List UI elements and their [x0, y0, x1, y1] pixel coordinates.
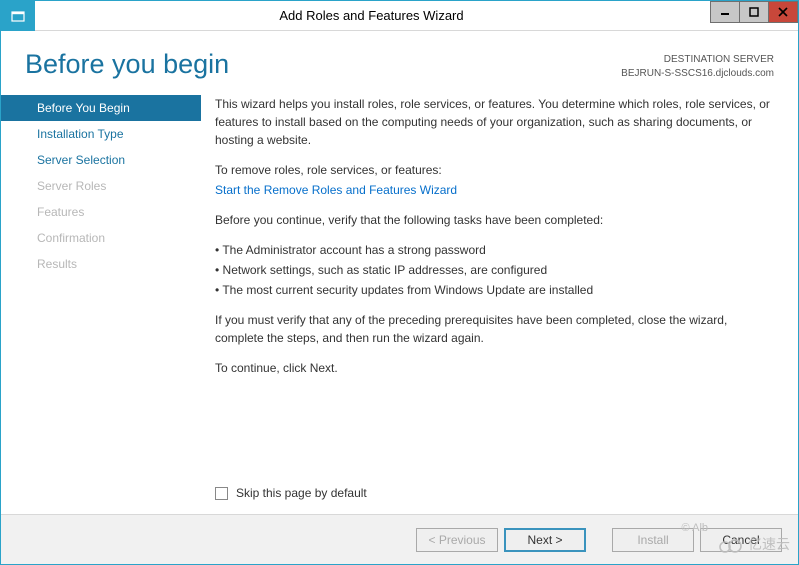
skip-row: Skip this page by default	[215, 486, 367, 500]
window-controls	[711, 1, 798, 23]
remove-label: To remove roles, role services, or featu…	[215, 161, 772, 179]
continue-note: To continue, click Next.	[215, 359, 772, 377]
step-server-selection[interactable]: Server Selection	[1, 147, 201, 173]
titlebar: Add Roles and Features Wizard	[1, 1, 798, 31]
step-features: Features	[1, 199, 201, 225]
verify-label: Before you continue, verify that the fol…	[215, 211, 772, 229]
cancel-button[interactable]: Cancel	[700, 528, 782, 552]
maximize-button[interactable]	[739, 1, 769, 23]
wizard-window: Add Roles and Features Wizard Before you…	[0, 0, 799, 565]
destination-server: DESTINATION SERVER BEJRUN-S-SSCS16.djclo…	[621, 49, 774, 81]
intro-text: This wizard helps you install roles, rol…	[215, 95, 772, 149]
destination-label: DESTINATION SERVER	[621, 53, 774, 67]
footer: < Previous Next > Install Cancel	[1, 514, 798, 564]
step-before-you-begin[interactable]: Before You Begin	[1, 95, 201, 121]
header: Before you begin DESTINATION SERVER BEJR…	[1, 31, 798, 85]
body: Before You Begin Installation Type Serve…	[1, 85, 798, 514]
destination-value: BEJRUN-S-SSCS16.djclouds.com	[621, 67, 774, 81]
page-title: Before you begin	[25, 49, 229, 80]
list-item: The Administrator account has a strong p…	[215, 241, 772, 259]
window-title: Add Roles and Features Wizard	[35, 8, 798, 23]
skip-label: Skip this page by default	[236, 486, 367, 500]
prereq-list: The Administrator account has a strong p…	[215, 241, 772, 299]
steps-sidebar: Before You Begin Installation Type Serve…	[1, 85, 201, 514]
skip-checkbox[interactable]	[215, 487, 228, 500]
previous-button: < Previous	[416, 528, 498, 552]
install-button: Install	[612, 528, 694, 552]
step-confirmation: Confirmation	[1, 225, 201, 251]
close-button[interactable]	[768, 1, 798, 23]
step-results: Results	[1, 251, 201, 277]
remove-roles-link[interactable]: Start the Remove Roles and Features Wiza…	[215, 183, 457, 197]
minimize-button[interactable]	[710, 1, 740, 23]
step-server-roles: Server Roles	[1, 173, 201, 199]
app-icon	[1, 1, 35, 31]
list-item: Network settings, such as static IP addr…	[215, 261, 772, 279]
content: This wizard helps you install roles, rol…	[201, 85, 798, 514]
list-item: The most current security updates from W…	[215, 281, 772, 299]
next-button[interactable]: Next >	[504, 528, 586, 552]
close-note: If you must verify that any of the prece…	[215, 311, 772, 347]
step-installation-type[interactable]: Installation Type	[1, 121, 201, 147]
